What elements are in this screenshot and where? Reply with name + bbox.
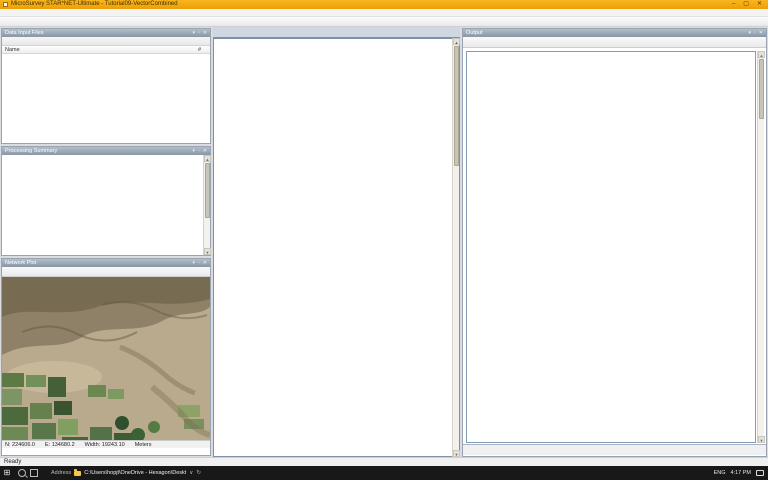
processing-summary-scrollbar[interactable]: ▲ ▼	[203, 155, 210, 255]
satellite-map[interactable]	[2, 277, 210, 448]
task-view-icon[interactable]	[30, 469, 38, 477]
output-tab-bar	[463, 444, 766, 455]
data-input-files-header: Data Input Files ▾ ▫ ✕	[2, 29, 210, 37]
panel-menu-icon[interactable]: ▾	[193, 29, 196, 37]
address-dropdown-icon[interactable]: ∨	[189, 470, 193, 476]
plot-canvas[interactable]: N: 224606.0 E: 134680.2 Width: 19243.10 …	[2, 277, 210, 448]
pin-icon[interactable]: ▫	[754, 29, 756, 37]
listing-content[interactable]	[466, 51, 756, 443]
minimize-button[interactable]: –	[732, 0, 735, 9]
units-label: Meters	[135, 441, 152, 448]
language-indicator[interactable]: ENG	[714, 470, 726, 476]
processing-summary-text	[2, 155, 210, 255]
column-name[interactable]: Name	[5, 46, 20, 53]
address-toolbar: Address C:\Users\hopjt\OneDrive - Hexago…	[51, 470, 201, 476]
data-input-files-panel: Data Input Files ▾ ▫ ✕ Name #	[1, 28, 211, 144]
search-icon[interactable]	[18, 469, 26, 477]
close-icon[interactable]: ✕	[759, 29, 763, 37]
windows-taskbar: ⊞ Address C:\Users\hopjt\OneDrive - Hexa…	[0, 466, 768, 480]
desktop: MicroSurvey STAR*NET-Ultimate - Tutorial…	[0, 0, 768, 480]
titlebar: MicroSurvey STAR*NET-Ultimate - Tutorial…	[0, 0, 768, 9]
panel-menu-icon[interactable]: ▾	[193, 259, 196, 267]
panel-title: Processing Summary	[5, 147, 57, 155]
close-button[interactable]: ✕	[757, 0, 762, 9]
panel-title: Network Plot	[5, 259, 36, 267]
notification-center-icon[interactable]	[756, 470, 764, 476]
easting-value: E: 134680.2	[45, 441, 75, 448]
start-button[interactable]: ⊞	[0, 466, 14, 480]
scroll-up-icon[interactable]: ▲	[453, 38, 460, 45]
close-icon[interactable]: ✕	[203, 259, 207, 267]
maximize-button[interactable]: ▢	[743, 0, 749, 9]
plot-status-bar: N: 224606.0 E: 134680.2 Width: 19243.10 …	[2, 440, 210, 448]
northing-value: N: 224606.0	[5, 441, 35, 448]
output-scrollbar[interactable]: ▲ ▼	[757, 51, 764, 443]
pin-icon[interactable]: ▫	[198, 147, 200, 155]
processing-summary-header: Processing Summary ▾ ▫ ✕	[2, 147, 210, 155]
address-label: Address	[51, 470, 71, 476]
scroll-down-icon[interactable]: ▼	[453, 450, 460, 457]
output-panel: Output ▾ ▫ ✕ ▲ ▼	[462, 28, 767, 457]
plot-toolbar	[2, 267, 210, 277]
output-header: Output ▾ ▫ ✕	[463, 29, 766, 37]
pin-icon[interactable]: ▫	[198, 259, 200, 267]
panel-menu-icon[interactable]: ▾	[193, 147, 196, 155]
close-icon[interactable]: ✕	[203, 29, 207, 37]
scroll-down-icon[interactable]: ▼	[204, 248, 211, 255]
folder-icon	[74, 471, 81, 476]
panel-menu-icon[interactable]: ▾	[749, 29, 752, 37]
status-bar: Ready	[0, 457, 768, 466]
scroll-down-icon[interactable]: ▼	[758, 436, 765, 443]
scroll-up-icon[interactable]: ▲	[758, 51, 765, 58]
clock[interactable]: 4:17 PM	[731, 470, 751, 476]
scroll-up-icon[interactable]: ▲	[204, 155, 211, 162]
address-value[interactable]: C:\Users\hopjt\OneDrive - Hexagon\Deskt	[84, 470, 186, 476]
menu-bar	[0, 9, 768, 17]
processing-summary-panel: Processing Summary ▾ ▫ ✕ ▲ ▼	[1, 146, 211, 256]
editor-scrollbar[interactable]: ▲ ▼	[452, 38, 459, 457]
pin-icon[interactable]: ▫	[198, 29, 200, 37]
panel-title: Output	[466, 29, 483, 37]
main-toolbar	[0, 17, 768, 27]
system-tray: ENG 4:17 PM	[709, 470, 768, 476]
column-number[interactable]: #	[198, 46, 207, 53]
network-plot-panel: Network Plot ▾ ▫ ✕	[1, 258, 211, 456]
ready-text: Ready	[4, 459, 21, 465]
close-icon[interactable]: ✕	[203, 147, 207, 155]
network-plot-header: Network Plot ▾ ▫ ✕	[2, 259, 210, 267]
app-logo-icon	[3, 2, 8, 7]
output-toolbar	[463, 37, 766, 48]
address-go-icon[interactable]: ↻	[196, 470, 201, 476]
window-title: MicroSurvey STAR*NET-Ultimate - Tutorial…	[11, 0, 178, 9]
file-list-columns: Name #	[2, 46, 210, 54]
panel-title: Data Input Files	[5, 29, 44, 37]
data-files-toolbar	[2, 37, 210, 46]
width-value: Width: 19243.10	[85, 441, 125, 448]
code-editor[interactable]	[213, 38, 460, 457]
editor-tab-bar	[213, 27, 460, 38]
